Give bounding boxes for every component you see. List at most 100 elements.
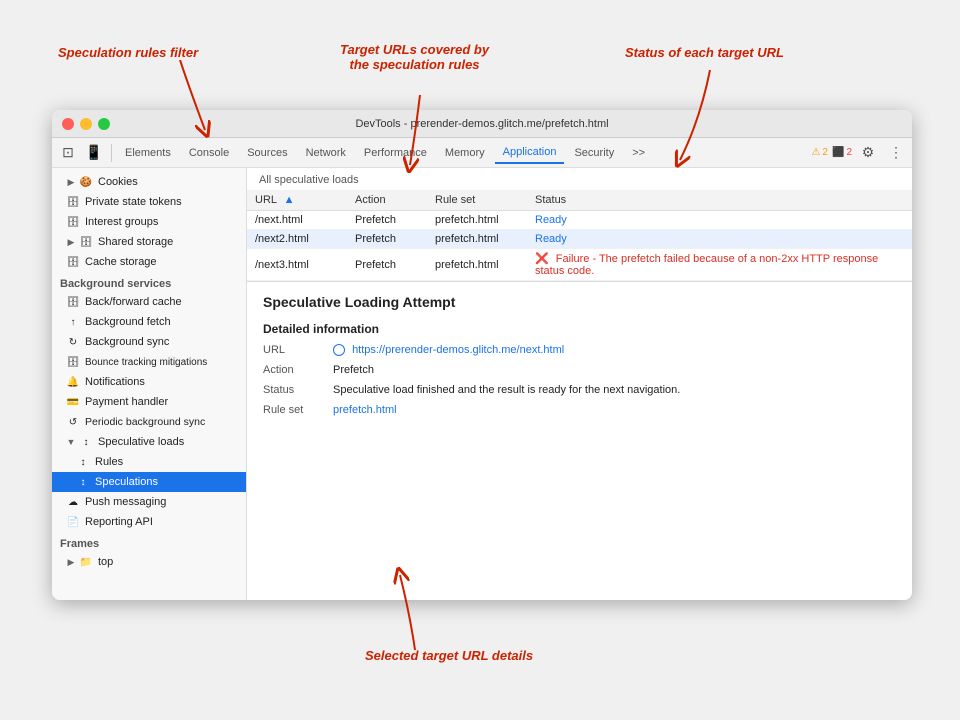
sidebar-item-label: Interest groups: [85, 216, 158, 228]
sidebar-item-cookies[interactable]: ▶ 🍪 Cookies: [52, 172, 246, 192]
sidebar-item-bg-fetch[interactable]: ↑ Background fetch: [52, 312, 246, 332]
minimize-button[interactable]: [80, 118, 92, 130]
tab-application[interactable]: Application: [495, 142, 565, 164]
sidebar-item-speculative-loads[interactable]: ▼ ↕ Speculative loads: [52, 432, 246, 452]
sidebar-item-private-state[interactable]: 🗄 Private state tokens: [52, 192, 246, 212]
reporting-icon: 📄: [66, 515, 80, 529]
sidebar-item-payment[interactable]: 💳 Payment handler: [52, 392, 246, 412]
sidebar-item-cache-storage[interactable]: 🗄 Cache storage: [52, 252, 246, 272]
col-header-ruleset[interactable]: Rule set: [427, 190, 527, 211]
sidebar-item-rules[interactable]: ↕ Rules: [52, 452, 246, 472]
close-button[interactable]: [62, 118, 74, 130]
sort-arrow: ▲: [284, 194, 295, 206]
tab-network[interactable]: Network: [298, 143, 354, 163]
shared-storage-icon: 🗄: [79, 235, 93, 249]
ruleset-link[interactable]: prefetch.html: [333, 404, 397, 416]
url-link[interactable]: https://prerender-demos.glitch.me/next.h…: [352, 344, 564, 356]
detail-row-status: Status Speculative load finished and the…: [263, 384, 896, 396]
detail-value-status: Speculative load finished and the result…: [333, 384, 896, 396]
sidebar-item-label: Cookies: [98, 176, 138, 188]
sidebar-item-label: Push messaging: [85, 496, 166, 508]
expand-icon: ▶: [66, 237, 76, 247]
sidebar-item-label: Background fetch: [85, 316, 171, 328]
sidebar-item-interest-groups[interactable]: 🗄 Interest groups: [52, 212, 246, 232]
toolbar-right: ⚠ 2 ⬛ 2 ⚙ ⋮: [811, 141, 908, 165]
rules-icon: ↕: [76, 455, 90, 469]
tab-console[interactable]: Console: [181, 143, 237, 163]
cell-url: /next.html: [247, 211, 347, 230]
toolbar-divider-1: [111, 144, 112, 162]
cell-url: /next3.html: [247, 249, 347, 281]
detail-row-ruleset: Rule set prefetch.html: [263, 404, 896, 416]
all-speculative-loads-label: All speculative loads: [247, 168, 912, 190]
detail-row-url: URL https://prerender-demos.glitch.me/ne…: [263, 344, 896, 356]
sidebar-item-label: Payment handler: [85, 396, 168, 408]
detail-section-title: Detailed information: [263, 322, 896, 336]
bounce-icon: 🗄: [66, 355, 80, 369]
speculative-loads-table-area: All speculative loads URL ▲ Action: [247, 168, 912, 282]
sidebar-item-label: Reporting API: [85, 516, 153, 528]
tab-security[interactable]: Security: [566, 143, 622, 163]
sidebar-item-bounce-tracking[interactable]: 🗄 Bounce tracking mitigations: [52, 352, 246, 372]
sidebar-item-periodic-bg-sync[interactable]: ↺ Periodic background sync: [52, 412, 246, 432]
speculations-icon: ↕: [76, 475, 90, 489]
sidebar-item-frames-top[interactable]: ▶ 📁 top: [52, 552, 246, 572]
sidebar-item-label: Periodic background sync: [85, 416, 205, 428]
cell-action: Prefetch: [347, 211, 427, 230]
table-row[interactable]: /next3.html Prefetch prefetch.html ❌ Fai…: [247, 249, 912, 281]
payment-icon: 💳: [66, 395, 80, 409]
devtools-toolbar: ⊡ 📱 Elements Console Sources Network Per…: [52, 138, 912, 168]
col-header-status[interactable]: Status: [527, 190, 912, 211]
sidebar-item-label: Shared storage: [98, 236, 173, 248]
notif-icon: 🔔: [66, 375, 80, 389]
devtools-content: ▶ 🍪 Cookies 🗄 Private state tokens 🗄 Int…: [52, 168, 912, 600]
cell-ruleset: prefetch.html: [427, 211, 527, 230]
sidebar-item-bg-sync[interactable]: ↻ Background sync: [52, 332, 246, 352]
expand-icon: ▼: [66, 437, 76, 447]
cell-url: /next2.html: [247, 230, 347, 249]
sidebar-item-push-messaging[interactable]: ☁ Push messaging: [52, 492, 246, 512]
detail-panel: Speculative Loading Attempt Detailed inf…: [247, 282, 912, 600]
speculative-icon: ↕: [79, 435, 93, 449]
periodic-icon: ↺: [66, 415, 80, 429]
tab-elements[interactable]: Elements: [117, 143, 179, 163]
detail-value-ruleset: prefetch.html: [333, 404, 896, 416]
detail-label-url: URL: [263, 344, 333, 356]
cell-ruleset: prefetch.html: [427, 230, 527, 249]
sidebar-item-back-forward[interactable]: 🗄 Back/forward cache: [52, 292, 246, 312]
expand-icon: ▶: [66, 557, 76, 567]
expand-icon: ▶: [66, 177, 76, 187]
sidebar-item-label: Speculative loads: [98, 436, 184, 448]
background-services-header: Background services: [52, 272, 246, 292]
frames-header: Frames: [52, 532, 246, 552]
inspect-icon[interactable]: ⊡: [56, 141, 80, 165]
tab-sources[interactable]: Sources: [239, 143, 295, 163]
more-icon[interactable]: ⋮: [884, 141, 908, 165]
sidebar-item-label: Cache storage: [85, 256, 157, 268]
device-icon[interactable]: 📱: [82, 141, 106, 165]
sidebar-item-speculations[interactable]: ↕ Speculations: [52, 472, 246, 492]
table-row[interactable]: /next.html Prefetch prefetch.html Ready: [247, 211, 912, 230]
sidebar: ▶ 🍪 Cookies 🗄 Private state tokens 🗄 Int…: [52, 168, 247, 600]
sidebar-item-label: Notifications: [85, 376, 145, 388]
error-badge: ⬛ 2: [832, 147, 852, 158]
top-frame-icon: 📁: [79, 555, 93, 569]
sidebar-item-label: Speculations: [95, 476, 158, 488]
push-icon: ☁: [66, 495, 80, 509]
settings-icon[interactable]: ⚙: [856, 141, 880, 165]
sidebar-item-shared-storage[interactable]: ▶ 🗄 Shared storage: [52, 232, 246, 252]
maximize-button[interactable]: [98, 118, 110, 130]
sidebar-item-reporting-api[interactable]: 📄 Reporting API: [52, 512, 246, 532]
detail-value-action: Prefetch: [333, 364, 896, 376]
col-header-action[interactable]: Action: [347, 190, 427, 211]
tab-performance[interactable]: Performance: [356, 143, 435, 163]
window-title: DevTools - prerender-demos.glitch.me/pre…: [355, 118, 608, 130]
cache-icon: 🗄: [66, 255, 80, 269]
table-row[interactable]: /next2.html Prefetch prefetch.html Ready: [247, 230, 912, 249]
tab-more[interactable]: >>: [624, 143, 653, 163]
tab-memory[interactable]: Memory: [437, 143, 493, 163]
annotation-target-urls: Target URLs covered bythe speculation ru…: [340, 42, 489, 72]
sidebar-item-label: Private state tokens: [85, 196, 182, 208]
col-header-url[interactable]: URL ▲: [247, 190, 347, 211]
sidebar-item-notifications[interactable]: 🔔 Notifications: [52, 372, 246, 392]
